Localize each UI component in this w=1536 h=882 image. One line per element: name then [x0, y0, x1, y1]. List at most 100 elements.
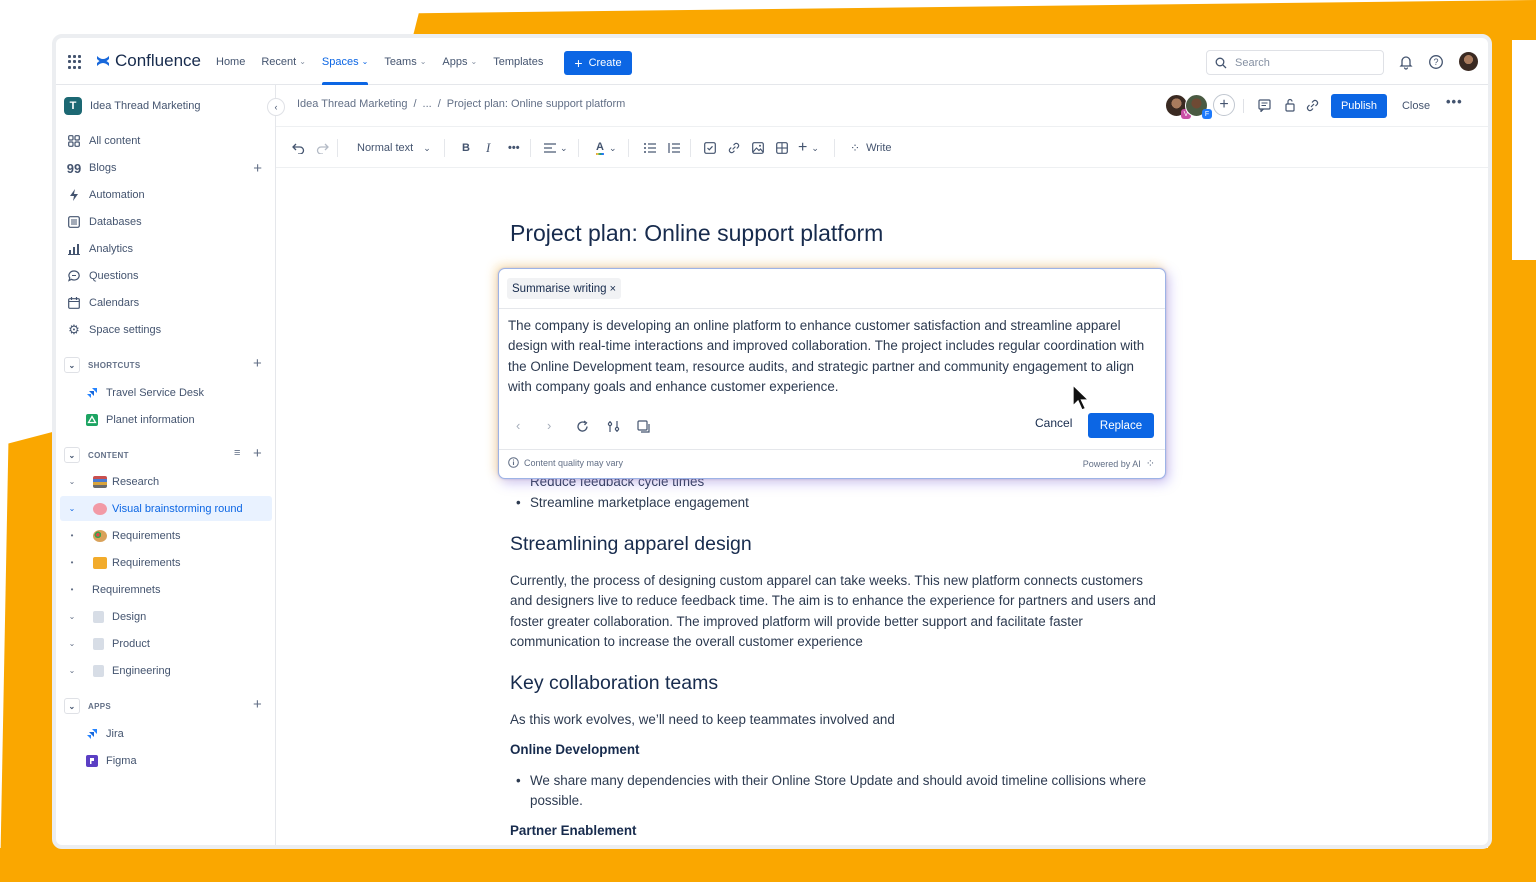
shortcut-planet-information[interactable]: Planet information [86, 407, 195, 432]
chevron-down-icon[interactable]: ⌄ [64, 357, 80, 373]
search-input[interactable]: Search [1206, 50, 1384, 75]
add-blog-icon[interactable]: + [253, 160, 262, 177]
app-switcher-icon[interactable] [68, 55, 82, 69]
confluence-logo[interactable]: Confluence [96, 51, 201, 71]
chevron-down-icon: ⌄ [361, 57, 369, 66]
chevron-down-icon[interactable]: ⌄ [65, 612, 79, 621]
redo-icon[interactable] [316, 139, 329, 157]
insert-dropdown[interactable]: + ⌄ [798, 139, 819, 157]
sidebar-item-questions[interactable]: Questions [56, 263, 272, 289]
sidebar-item-databases[interactable]: Databases [56, 209, 272, 235]
chevron-down-icon[interactable]: ⌄ [64, 698, 80, 714]
action-item-icon[interactable] [704, 139, 716, 157]
tree-item-label: Research [112, 475, 160, 488]
add-content-icon[interactable]: + [253, 445, 262, 462]
app-jira[interactable]: Jira [86, 721, 124, 746]
space-header[interactable]: T Idea Thread Marketing [64, 97, 200, 115]
image-icon[interactable] [752, 139, 764, 157]
sidebar-item-automation[interactable]: Automation [56, 182, 272, 208]
section-paragraph: Currently, the process of designing cust… [510, 573, 1156, 650]
remove-chip-icon[interactable]: × [610, 283, 616, 295]
breadcrumb-ellipsis[interactable]: ... [423, 98, 432, 110]
notifications-bell-icon[interactable] [1398, 54, 1414, 70]
nav-home[interactable]: Home [216, 38, 245, 85]
regenerate-icon[interactable] [576, 420, 589, 433]
nav-spaces[interactable]: Spaces ⌄ [321, 38, 369, 85]
more-actions-icon[interactable]: ••• [1446, 94, 1463, 109]
link-icon[interactable] [1306, 99, 1319, 112]
sidebar-item-blogs[interactable]: 99 Blogs + [56, 155, 272, 181]
nav-teams[interactable]: Teams ⌄ [384, 38, 426, 85]
shortcut-travel-service-desk[interactable]: Travel Service Desk [86, 380, 204, 405]
comment-icon[interactable] [1258, 99, 1271, 112]
app-figma[interactable]: Figma [86, 748, 137, 773]
toolbar-divider [690, 139, 691, 157]
chevron-down-icon[interactable]: ⌄ [65, 477, 79, 486]
create-button[interactable]: + Create [564, 51, 632, 75]
toolbar-divider [444, 139, 445, 157]
sidebar-item-space-settings[interactable]: ⚙ Space settings [56, 317, 272, 343]
copy-icon[interactable] [637, 420, 650, 433]
chevron-down-icon: ⌄ [811, 142, 819, 153]
adjust-settings-icon[interactable] [607, 420, 620, 433]
alignment-dropdown[interactable]: ⌄ [544, 139, 568, 157]
undo-icon[interactable] [292, 139, 305, 157]
plus-icon: + [574, 55, 583, 71]
collapse-sidebar-button[interactable]: ‹ [267, 98, 285, 116]
notebook-emoji-icon [93, 556, 107, 569]
link-icon[interactable] [728, 139, 740, 157]
tree-item-requirements-2[interactable]: • Requirements [60, 550, 272, 575]
ai-write-button[interactable]: ⁘ Write [850, 139, 892, 157]
nav-templates-label: Templates [493, 55, 544, 68]
chevron-down-icon[interactable]: ⌄ [64, 447, 80, 463]
sidebar-item-all-content[interactable]: All content [56, 128, 272, 154]
tree-item-requirements[interactable]: • Requirements [60, 523, 272, 548]
sidebar-item-analytics[interactable]: Analytics [56, 236, 272, 262]
publish-button[interactable]: Publish [1331, 94, 1387, 118]
breadcrumb-space[interactable]: Idea Thread Marketing [297, 98, 407, 110]
table-icon[interactable] [776, 139, 788, 157]
tree-item-product[interactable]: ⌄ Product [60, 631, 272, 656]
text-style-dropdown[interactable]: Normal text ⌄ [357, 139, 431, 157]
nav-recent[interactable]: Recent ⌄ [261, 38, 306, 85]
nav-templates[interactable]: Templates [493, 38, 543, 85]
prompt-chip[interactable]: Summarise writing × [507, 278, 622, 299]
bullet-list-icon[interactable] [644, 139, 656, 157]
content-section-header[interactable]: ⌄ CONTENT [64, 447, 129, 463]
bold-icon[interactable]: B [462, 139, 470, 157]
invite-collaborator-button[interactable]: + [1213, 94, 1235, 116]
numbered-list-icon[interactable] [668, 139, 680, 157]
tree-item-engineering[interactable]: ⌄ Engineering [60, 658, 272, 683]
section-label: CONTENT [88, 450, 129, 460]
chevron-down-icon[interactable]: ⌄ [65, 639, 79, 648]
profile-avatar[interactable] [1459, 52, 1478, 71]
more-formatting-icon[interactable]: ••• [508, 139, 520, 157]
replace-button[interactable]: Replace [1088, 413, 1154, 438]
tree-item-requiremnets[interactable]: • Requiremnets [60, 577, 272, 602]
help-icon[interactable]: ? [1428, 54, 1444, 70]
filter-icon[interactable]: ≡ [234, 447, 240, 459]
add-shortcut-icon[interactable]: + [253, 355, 262, 372]
tree-item-research[interactable]: ⌄ Research [60, 469, 272, 494]
sidebar-item-calendars[interactable]: Calendars [56, 290, 272, 316]
chevron-down-icon[interactable]: ⌄ [65, 504, 79, 513]
sidebar-item-label: All content [89, 135, 141, 147]
nav-apps[interactable]: Apps ⌄ [442, 38, 477, 85]
tree-item-visual-brainstorming-round[interactable]: ⌄ Visual brainstorming round [60, 496, 272, 521]
unlock-icon[interactable] [1284, 98, 1296, 112]
chevron-down-icon[interactable]: ⌄ [65, 666, 79, 675]
breadcrumb-current-page[interactable]: Project plan: Online support platform [447, 98, 626, 110]
add-app-icon[interactable]: + [253, 696, 262, 713]
tree-item-design[interactable]: ⌄ Design [60, 604, 272, 629]
shortcuts-section-header[interactable]: ⌄ SHORTCUTS [64, 357, 140, 373]
page-title[interactable]: Project plan: Online support platform [510, 220, 883, 247]
next-icon[interactable]: › [547, 418, 551, 433]
text-color-dropdown[interactable]: A ⌄ [596, 139, 617, 157]
cancel-button[interactable]: Cancel [1035, 416, 1072, 430]
write-label: Write [866, 142, 892, 154]
ai-disclaimer: Content quality may vary [508, 457, 623, 468]
italic-icon[interactable]: I [486, 139, 490, 157]
close-button[interactable]: Close [1399, 94, 1433, 118]
previous-icon[interactable]: ‹ [516, 418, 520, 433]
apps-section-header[interactable]: ⌄ APPS [64, 698, 111, 714]
